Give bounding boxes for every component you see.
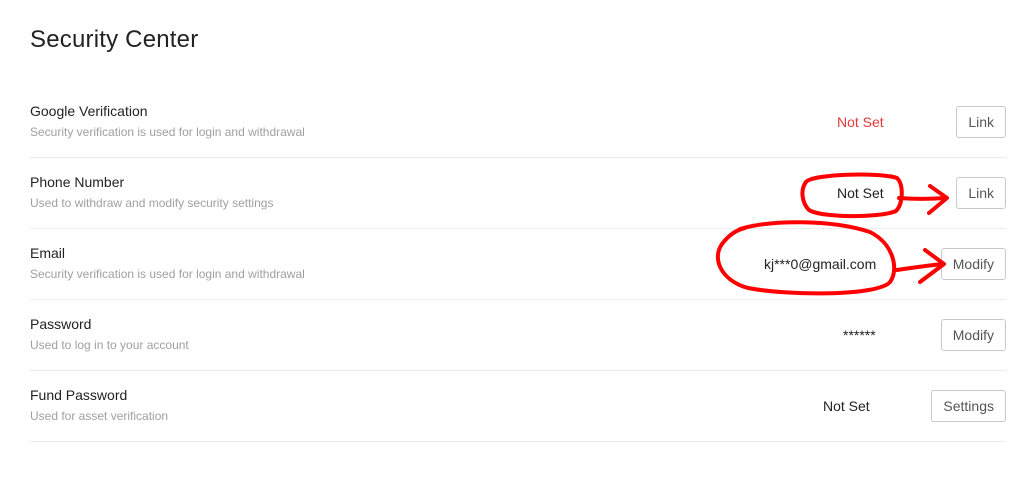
masked-password: ****** bbox=[843, 327, 876, 343]
row-label: Email bbox=[30, 245, 66, 261]
email-modify-button[interactable]: Modify bbox=[940, 248, 1006, 280]
row-description: Used to log in to your account bbox=[30, 338, 189, 352]
fund-password-settings-button[interactable]: Settings bbox=[931, 390, 1006, 422]
email-row: Email Security verification is used for … bbox=[30, 229, 1006, 300]
password-row: Password Used to log in to your account … bbox=[30, 300, 1006, 371]
row-description: Security verification is used for login … bbox=[30, 125, 305, 139]
row-label: Phone Number bbox=[30, 174, 125, 190]
row-description: Security verification is used for login … bbox=[30, 267, 305, 281]
row-label: Fund Password bbox=[30, 387, 128, 403]
phone-number-row: Phone Number Used to withdraw and modify… bbox=[30, 158, 1006, 229]
row-description: Used to withdraw and modify security set… bbox=[30, 196, 274, 210]
status-text: Not Set bbox=[823, 398, 870, 414]
status-text: Not Set bbox=[837, 114, 884, 130]
fund-password-row: Fund Password Used for asset verificatio… bbox=[30, 371, 1006, 442]
security-settings-list: Google Verification Security verificatio… bbox=[30, 87, 1006, 442]
row-label: Password bbox=[30, 316, 92, 332]
page-title: Security Center bbox=[30, 26, 199, 53]
email-value: kj***0@gmail.com bbox=[764, 256, 877, 272]
row-label: Google Verification bbox=[30, 103, 148, 119]
password-modify-button[interactable]: Modify bbox=[940, 319, 1006, 351]
status-text: Not Set bbox=[837, 185, 884, 201]
phone-link-button[interactable]: Link bbox=[956, 177, 1006, 209]
google-link-button[interactable]: Link bbox=[956, 106, 1006, 138]
google-verification-row: Google Verification Security verificatio… bbox=[30, 87, 1006, 158]
row-description: Used for asset verification bbox=[30, 409, 169, 423]
